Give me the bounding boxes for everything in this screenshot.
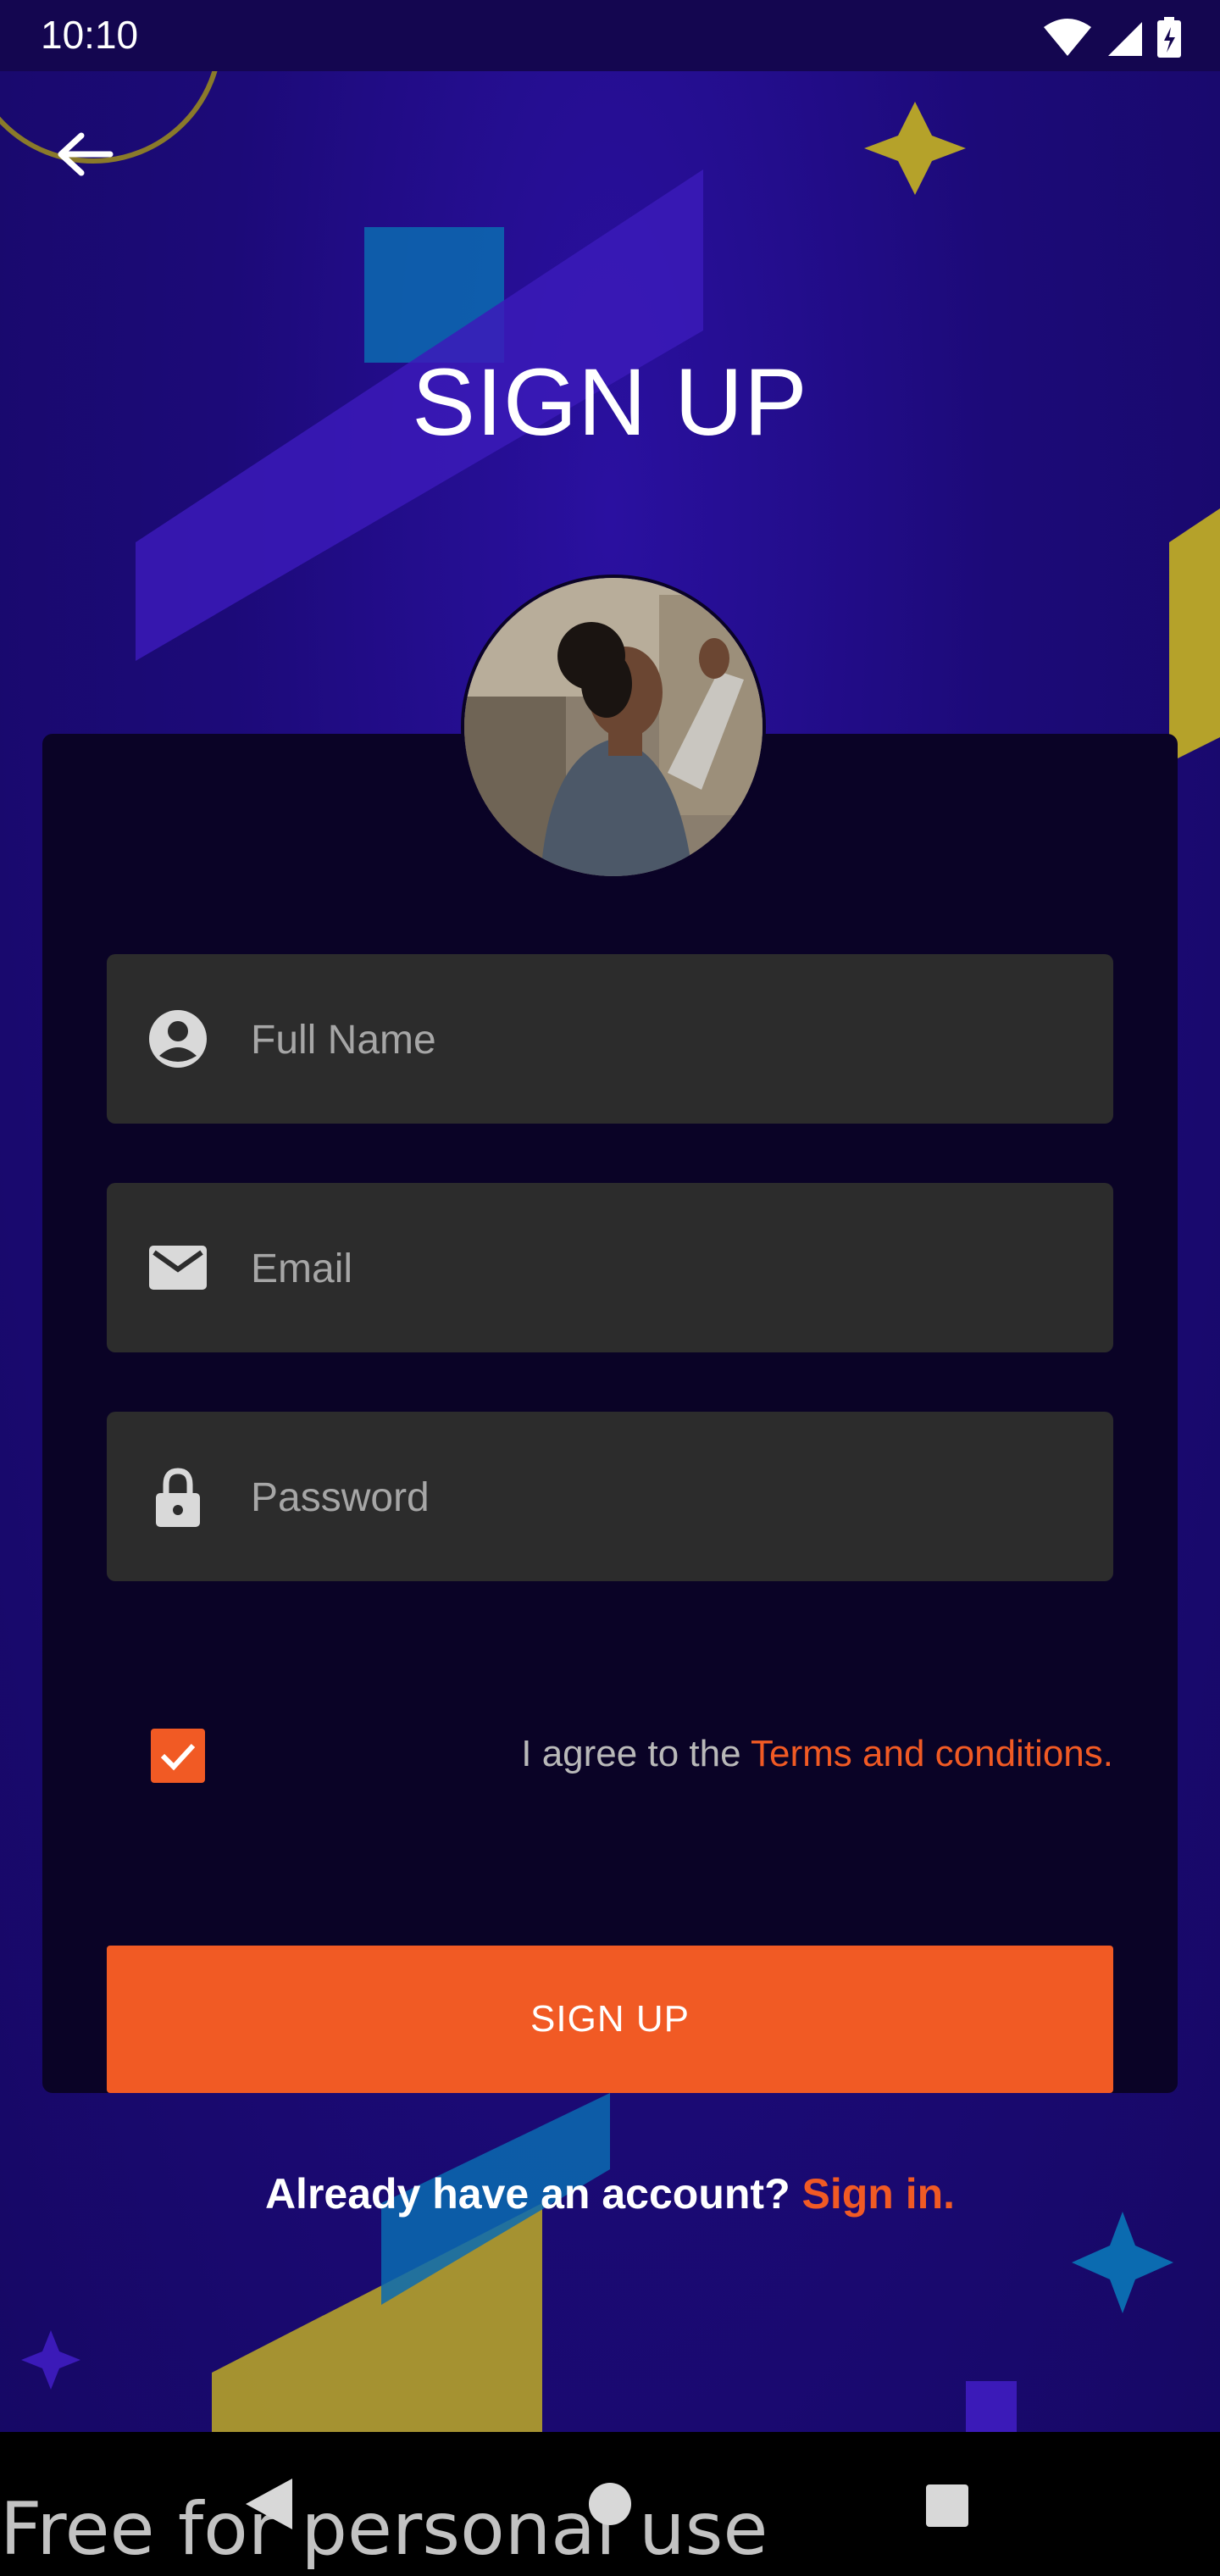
sign-in-prompt: Already have an account? Sign in. (0, 2169, 1220, 2218)
password-input[interactable] (249, 1412, 1083, 1583)
full-name-input[interactable] (249, 954, 1083, 1125)
battery-icon (1157, 17, 1181, 58)
signup-screen: 10:10 SIGN UP Full Name Email I agree to… (0, 0, 1220, 2576)
terms-link[interactable]: Terms and conditions. (751, 1733, 1113, 1774)
terms-checkbox[interactable] (151, 1729, 205, 1783)
mail-icon (149, 1246, 207, 1290)
back-arrow-icon[interactable] (51, 127, 119, 181)
wifi-icon (1044, 19, 1091, 56)
sign-up-button[interactable]: SIGN UP (107, 1946, 1113, 2093)
sign-in-prompt-text: Already have an account? (264, 2170, 802, 2218)
avatar[interactable] (461, 575, 766, 880)
status-icons (1044, 17, 1181, 58)
status-time: 10:10 (41, 13, 139, 57)
lock-icon (156, 1468, 200, 1527)
email-input[interactable] (249, 1183, 1083, 1354)
status-bar: 10:10 (0, 0, 1220, 71)
full-name-field[interactable] (107, 954, 1113, 1125)
profile-photo (464, 578, 762, 876)
signal-icon (1108, 22, 1142, 56)
nav-recents-icon[interactable] (926, 2484, 968, 2527)
watermark-text: Free for personal use (0, 2487, 768, 2572)
check-icon (160, 1743, 196, 1771)
terms-text: I agree to the Terms and conditions. (521, 1733, 1113, 1775)
page-title: SIGN UP (412, 349, 808, 455)
password-field[interactable] (107, 1412, 1113, 1583)
email-field[interactable] (107, 1183, 1113, 1354)
sign-in-link[interactable]: Sign in. (802, 2170, 956, 2218)
terms-prefix: I agree to the (521, 1733, 751, 1774)
account-circle-icon (149, 1010, 207, 1068)
